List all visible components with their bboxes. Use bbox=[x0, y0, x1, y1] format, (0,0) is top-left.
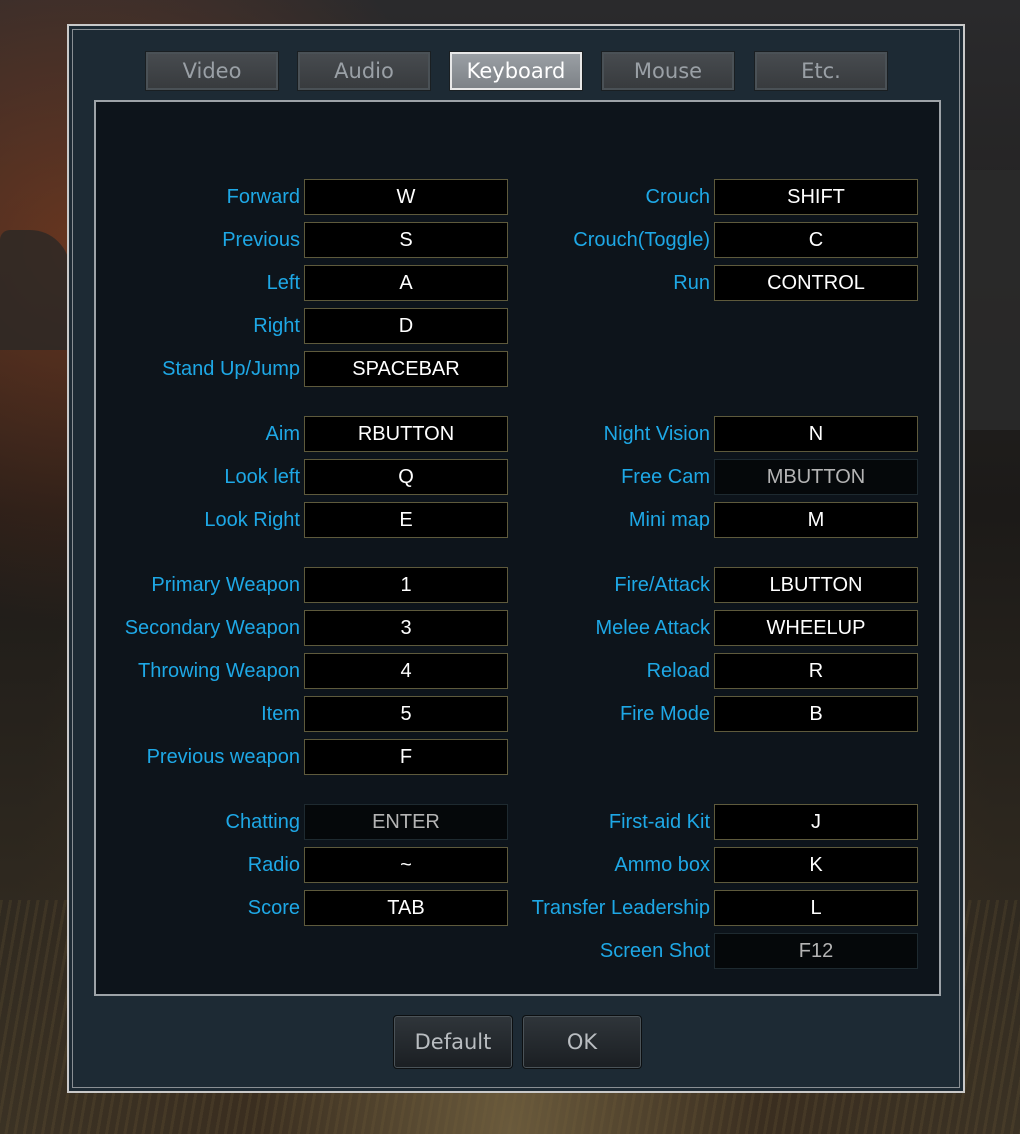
binding-key-field[interactable]: SHIFT bbox=[714, 179, 918, 215]
binding-row: Melee Attack WHEELUP bbox=[96, 610, 939, 646]
binding-label: Fire/Attack bbox=[614, 574, 710, 596]
binding-row: Right D bbox=[96, 308, 939, 344]
binding-row: Fire/Attack LBUTTON bbox=[96, 567, 939, 603]
binding-label: Screen Shot bbox=[599, 940, 710, 962]
binding-label: Run bbox=[673, 272, 710, 294]
binding-key-field[interactable]: LBUTTON bbox=[714, 567, 918, 603]
binding-label: Reload bbox=[646, 660, 710, 682]
binding-label: Crouch(Toggle) bbox=[573, 229, 710, 251]
binding-label: Ammo box bbox=[614, 854, 710, 876]
binding-key-field[interactable]: M bbox=[714, 502, 918, 538]
binding-row: Night Vision N bbox=[96, 416, 939, 452]
binding-row: Transfer Leadership L bbox=[96, 890, 939, 926]
binding-row: Ammo box K bbox=[96, 847, 939, 883]
binding-label: Crouch bbox=[645, 186, 710, 208]
binding-label: Free Cam bbox=[621, 466, 710, 488]
binding-label: Stand Up/Jump bbox=[162, 358, 300, 380]
ok-button[interactable]: OK bbox=[522, 1015, 642, 1069]
keybinding-panel: Forward W Previous S Left A Right D Stand Up/Jum… bbox=[94, 100, 941, 996]
binding-row: Free Cam MBUTTON bbox=[96, 459, 939, 495]
tab-audio[interactable]: Audio bbox=[297, 51, 431, 91]
binding-label: Melee Attack bbox=[595, 617, 710, 639]
binding-key-field[interactable]: F12 bbox=[714, 933, 918, 969]
binding-key-field[interactable]: R bbox=[714, 653, 918, 689]
binding-key-field[interactable]: K bbox=[714, 847, 918, 883]
binding-row: Run CONTROL bbox=[96, 265, 939, 301]
binding-key-field[interactable]: B bbox=[714, 696, 918, 732]
binding-key-field[interactable]: CONTROL bbox=[714, 265, 918, 301]
binding-row: Previous weapon F bbox=[96, 739, 939, 775]
binding-row: Stand Up/Jump SPACEBAR bbox=[96, 351, 939, 387]
binding-label: Night Vision bbox=[603, 423, 710, 445]
default-button[interactable]: Default bbox=[393, 1015, 513, 1069]
binding-row: Mini map M bbox=[96, 502, 939, 538]
tab-video[interactable]: Video bbox=[145, 51, 279, 91]
tab-mouse[interactable]: Mouse bbox=[601, 51, 735, 91]
binding-row: Fire Mode B bbox=[96, 696, 939, 732]
tab-keyboard[interactable]: Keyboard bbox=[449, 51, 583, 91]
binding-key-field[interactable]: N bbox=[714, 416, 918, 452]
binding-label: Right bbox=[253, 315, 300, 337]
binding-key-field[interactable]: L bbox=[714, 890, 918, 926]
binding-key-field[interactable]: SPACEBAR bbox=[304, 351, 508, 387]
binding-key-field[interactable]: MBUTTON bbox=[714, 459, 918, 495]
tab-etc[interactable]: Etc. bbox=[754, 51, 888, 91]
binding-label: Previous weapon bbox=[146, 746, 300, 768]
binding-key-field[interactable]: C bbox=[714, 222, 918, 258]
binding-key-field[interactable]: D bbox=[304, 308, 508, 344]
binding-row: Crouch(Toggle) C bbox=[96, 222, 939, 258]
options-dialog: Video Audio Keyboard Mouse Etc. Forward W… bbox=[67, 24, 965, 1093]
binding-key-field[interactable]: J bbox=[714, 804, 918, 840]
binding-label: First-aid Kit bbox=[608, 811, 710, 833]
binding-row: First-aid Kit J bbox=[96, 804, 939, 840]
binding-label: Mini map bbox=[628, 509, 710, 531]
binding-key-field[interactable]: F bbox=[304, 739, 508, 775]
binding-key-field[interactable]: WHEELUP bbox=[714, 610, 918, 646]
binding-label: Transfer Leadership bbox=[531, 897, 710, 919]
binding-label: Fire Mode bbox=[619, 703, 710, 725]
binding-row: Reload R bbox=[96, 653, 939, 689]
binding-row: Crouch SHIFT bbox=[96, 179, 939, 215]
binding-row: Screen Shot F12 bbox=[96, 933, 939, 969]
